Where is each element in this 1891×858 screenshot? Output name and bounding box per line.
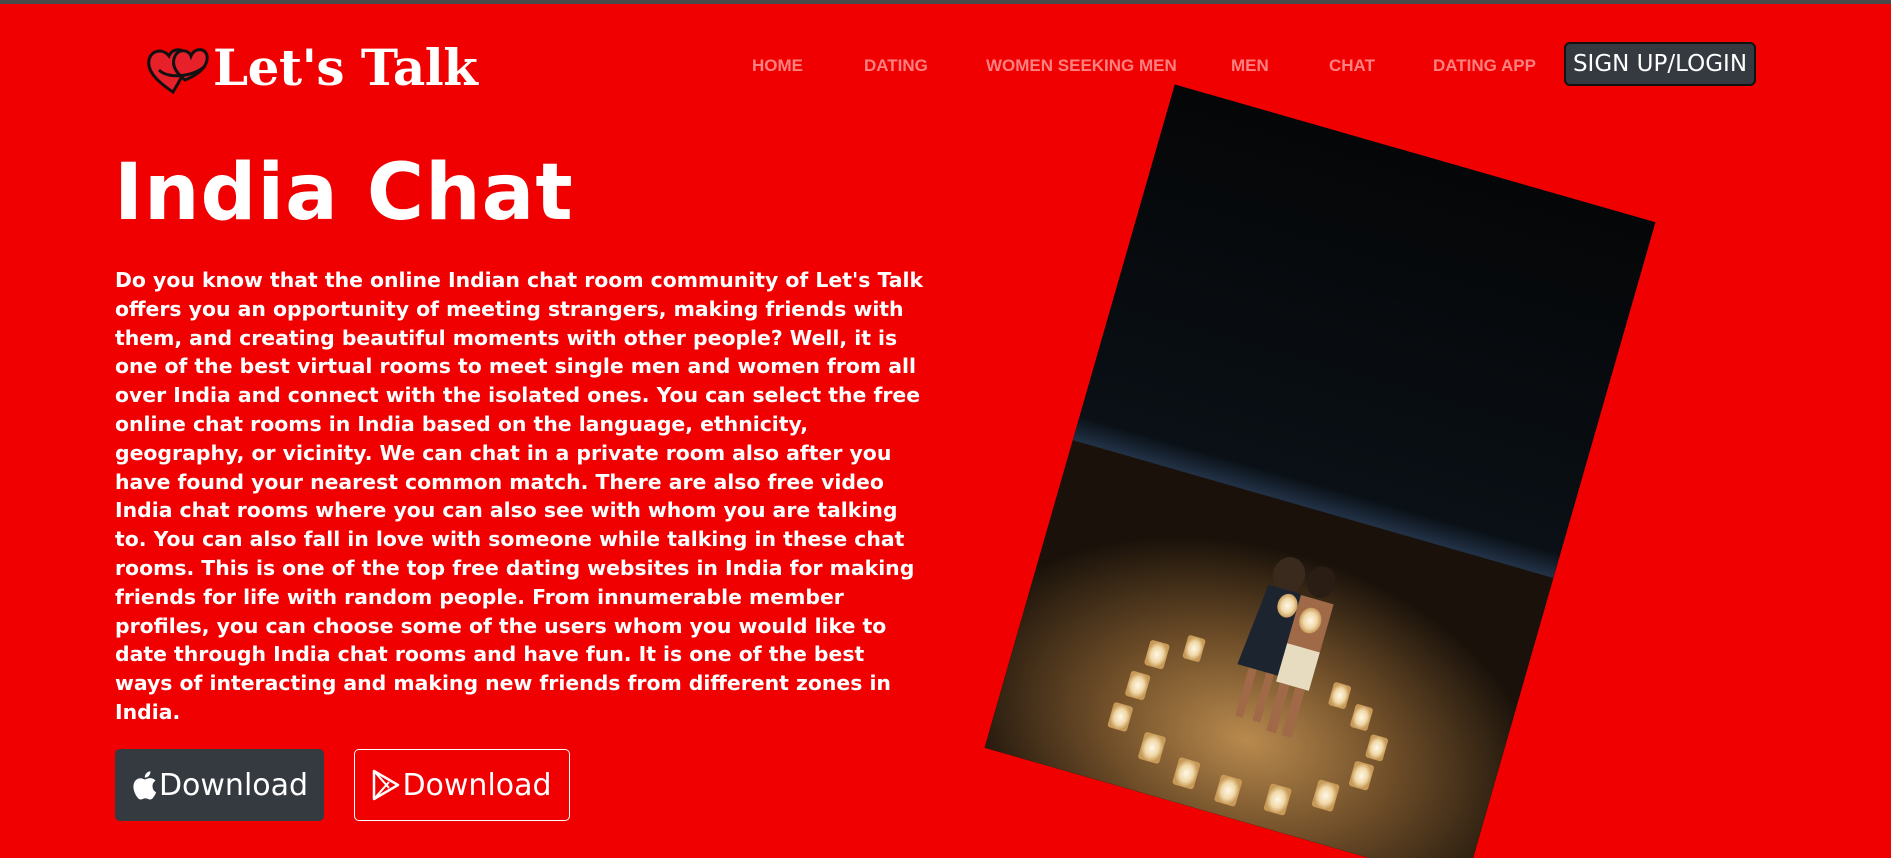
download-play-label: Download — [402, 767, 552, 803]
brand-logo[interactable]: Let's Talk — [145, 38, 478, 97]
top-border — [0, 0, 1891, 4]
signup-login-button[interactable]: SIGN UP/LOGIN — [1564, 42, 1756, 86]
hero-photo — [984, 84, 1656, 858]
nav-dating-app[interactable]: DATING APP — [1433, 56, 1536, 76]
download-apple-button[interactable]: Download — [115, 749, 324, 821]
page-title: India Chat — [114, 148, 574, 238]
nav-men[interactable]: MEN — [1231, 56, 1269, 76]
hero-description: Do you know that the online Indian chat … — [115, 268, 924, 724]
nav-home[interactable]: HOME — [752, 56, 803, 76]
nav-women-seeking-men[interactable]: WOMEN SEEKING MEN — [986, 56, 1177, 76]
couple-beach-lanterns-image — [984, 84, 1656, 858]
download-apple-label: Download — [158, 767, 309, 803]
google-play-icon — [373, 769, 400, 801]
brand-name: Let's Talk — [213, 38, 478, 97]
nav-dating[interactable]: DATING — [864, 56, 928, 76]
hearts-icon — [147, 47, 209, 94]
download-play-button[interactable]: Download — [354, 749, 570, 821]
apple-icon — [133, 771, 157, 800]
nav-chat[interactable]: CHAT — [1329, 56, 1375, 76]
